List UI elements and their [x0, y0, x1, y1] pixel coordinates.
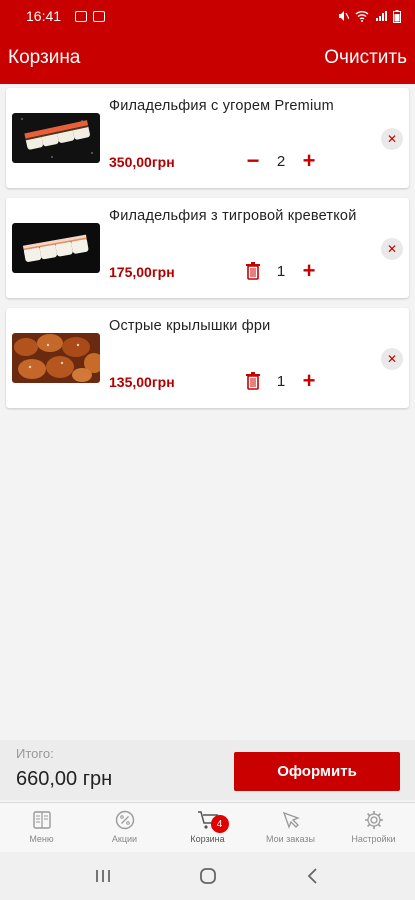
tab-label: Мои заказы: [266, 834, 315, 844]
quantity-value: 1: [276, 262, 286, 280]
product-name: Филадельфия з тигровой креветкой: [109, 208, 357, 224]
gallery-notification-icon: [75, 10, 88, 22]
remove-item-button[interactable]: ✕: [381, 238, 403, 260]
product-name: Острые крылышки фри: [109, 318, 271, 334]
home-button[interactable]: [193, 861, 223, 891]
tab-label: Акции: [111, 834, 138, 844]
cart-item: Острые крылышки фри 135,00грн 1 + ✕: [6, 308, 409, 408]
quantity-value: 2: [276, 152, 286, 170]
page-title: Корзина: [8, 47, 81, 68]
increase-quantity-button[interactable]: +: [298, 148, 320, 173]
bottom-tab-bar: Меню Акции 4 Корзина Мои заказы Настройк…: [0, 802, 415, 852]
quantity-stepper: 1 +: [242, 258, 320, 284]
status-time: 16:41: [26, 8, 62, 24]
signal-icon: [376, 11, 387, 21]
trash-icon[interactable]: [242, 370, 264, 392]
product-image: [12, 333, 100, 383]
gear-icon: [364, 811, 383, 829]
product-price: 135,00грн: [109, 374, 175, 390]
trash-icon[interactable]: [242, 260, 264, 282]
total-value: 660,00 грн: [16, 768, 113, 790]
quantity-stepper: − 2 +: [242, 148, 320, 174]
product-price: 350,00грн: [109, 154, 175, 170]
product-image: [12, 113, 100, 163]
back-button[interactable]: [298, 861, 328, 891]
product-price: 175,00грн: [109, 264, 175, 280]
order-summary: Итого: 660,00 грн Оформить: [0, 740, 415, 800]
product-image: [12, 223, 100, 273]
remove-item-button[interactable]: ✕: [381, 128, 403, 150]
back-icon: [307, 868, 317, 884]
increase-quantity-button[interactable]: +: [298, 258, 320, 283]
tab-cart[interactable]: 4 Корзина: [166, 803, 249, 852]
quantity-value: 1: [276, 372, 286, 390]
decrease-quantity-button[interactable]: −: [242, 148, 264, 173]
remove-item-button[interactable]: ✕: [381, 348, 403, 370]
product-name: Филадельфия с угорем Premium: [109, 98, 334, 114]
total-label: Итого:: [16, 746, 54, 761]
discount-icon: [115, 810, 134, 830]
tab-label: Меню: [29, 834, 54, 844]
tab-menu[interactable]: Меню: [0, 803, 83, 852]
cart-list: Филадельфия с угорем Premium 350,00грн −…: [6, 84, 409, 418]
app-bar: Корзина Очистить: [0, 32, 415, 84]
orders-icon: [282, 811, 300, 829]
app-notification-icon: [93, 10, 106, 22]
system-navigation-bar: [0, 852, 415, 900]
tab-label: Корзина: [190, 834, 225, 844]
recent-apps-icon: [95, 870, 110, 882]
status-bar: 16:41: [0, 0, 415, 32]
tab-my-orders[interactable]: Мои заказы: [249, 803, 332, 852]
wifi-icon: [355, 11, 369, 22]
tab-promotions[interactable]: Акции: [83, 803, 166, 852]
recent-apps-button[interactable]: [88, 861, 118, 891]
clear-cart-button[interactable]: Очистить: [324, 47, 407, 69]
status-icons: [337, 9, 401, 23]
tab-settings[interactable]: Настройки: [332, 803, 415, 852]
cart-item: Филадельфия с угорем Premium 350,00грн −…: [6, 88, 409, 188]
home-icon: [199, 868, 216, 884]
quantity-stepper: 1 +: [242, 368, 320, 394]
increase-quantity-button[interactable]: +: [298, 368, 320, 393]
cart-item: Филадельфия з тигровой креветкой 175,00г…: [6, 198, 409, 298]
cart-count-badge: 4: [210, 815, 229, 833]
checkout-button[interactable]: Оформить: [234, 752, 400, 791]
mute-icon: [339, 11, 349, 21]
battery-icon: [393, 9, 401, 23]
tab-label: Настройки: [351, 834, 396, 844]
menu-book-icon: [32, 811, 51, 829]
